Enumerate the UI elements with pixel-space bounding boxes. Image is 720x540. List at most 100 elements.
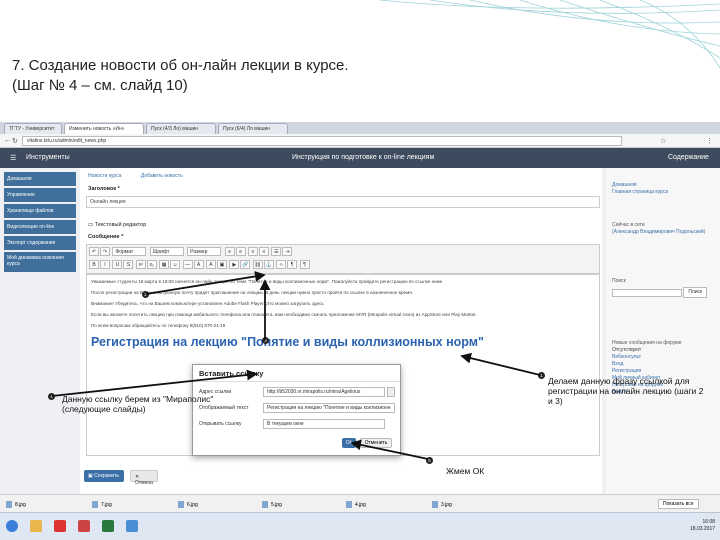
paragraph-rtl-icon[interactable]: ¶ (299, 260, 310, 269)
emoji-icon[interactable]: ☺ (170, 260, 181, 269)
annotation-link-source: Данную ссылку берем из "Мираполис" (след… (62, 394, 262, 414)
forum-line: Отсутствуют (612, 347, 642, 353)
title-input[interactable]: Онлайн лекция (86, 196, 600, 208)
download-item[interactable]: 5.jpg (262, 501, 282, 508)
menu-icon[interactable]: ⋮ (706, 137, 713, 145)
body-line: Если вы желаете посетить лекцию при помо… (91, 312, 477, 317)
step-badge: 1 (538, 372, 545, 379)
open-select[interactable]: В текущем окне (263, 419, 385, 429)
font-select[interactable]: Шрифт (149, 247, 184, 256)
download-item[interactable]: 6.jpg (178, 501, 198, 508)
message-label: Сообщение * (88, 234, 124, 240)
browser-tab[interactable]: Пуск (4/3 Ло) машин (146, 123, 216, 134)
hamburger-icon[interactable]: ☰ (10, 154, 16, 162)
open-label: Открывать ссылку (199, 421, 242, 427)
size-select[interactable]: Размер (187, 247, 222, 256)
align-center-icon[interactable]: ≡ (235, 247, 246, 256)
app-icon[interactable] (54, 520, 66, 532)
cancel-button[interactable]: ✕ Отмена (130, 470, 158, 486)
sidebar-item-progress[interactable]: Мой динамика освоения курса (4, 252, 76, 272)
sidebar-item-files[interactable]: Хранилище файлов (4, 204, 76, 218)
save-button[interactable]: ▣ Сохранить (84, 470, 124, 482)
dialog-cancel-button[interactable]: Отменить (360, 438, 392, 448)
media-icon[interactable]: ▶ (229, 260, 240, 269)
table-icon[interactable]: ▦ (159, 260, 170, 269)
format-select[interactable]: Формат (112, 247, 147, 256)
back-icon[interactable]: ← (4, 137, 11, 144)
block-home-title[interactable]: Домашняя (612, 182, 716, 189)
url-input[interactable]: http://b52030.vr.mirapolis.ru/mira/Ageli… (263, 387, 385, 397)
superscript-icon[interactable]: x² (135, 260, 146, 269)
align-left-icon[interactable]: ≡ (224, 247, 235, 256)
download-item[interactable]: 7.jpg (92, 501, 112, 508)
block-home-link[interactable]: Главная страница курса (612, 189, 716, 196)
app-header: ☰ Инструменты Инструкция по подготовке к… (0, 148, 720, 168)
dialog-title: Вставить ссылку (193, 365, 400, 382)
italic-icon[interactable]: I (100, 260, 110, 269)
image-icon[interactable]: ▣ (216, 260, 227, 269)
cancel-label: Отмена (135, 480, 153, 486)
registration-link-text[interactable]: Регистрация на лекцию "Понятие и виды ко… (91, 336, 595, 349)
download-item[interactable]: 3.jpg (432, 501, 452, 508)
browser-tab[interactable]: Пуск (6/4) Ло машин (218, 123, 288, 134)
editor-toolbar: ↶ ↷ Формат Шрифт Размер ≡ ≡ ≡ ≡ ☰ ⇥ BI US x²… (86, 244, 600, 274)
start-icon[interactable] (6, 520, 18, 532)
chrome-icon[interactable] (126, 520, 138, 532)
star-icon[interactable]: ☆ (660, 137, 666, 145)
toolbar-row-1: ↶ ↷ Формат Шрифт Размер ≡ ≡ ≡ ≡ ☰ ⇥ (89, 247, 293, 259)
search-button[interactable]: Поиск (683, 287, 708, 298)
online-user[interactable]: (Александр Владимирович Подольский) (612, 229, 716, 236)
editor-toggle[interactable]: ▭ Текстовый редактор (88, 222, 146, 228)
browser-tab-active[interactable]: Изменить новость «Ин» (64, 123, 144, 134)
browser-tab[interactable]: ТГТУ - Университет (4, 123, 62, 134)
paragraph-icon[interactable]: ¶ (287, 260, 298, 269)
underline-icon[interactable]: U (112, 260, 123, 269)
search-input[interactable] (612, 288, 682, 297)
unlink-icon[interactable]: ⛓ (252, 260, 263, 269)
align-right-icon[interactable]: ≡ (247, 247, 258, 256)
forum-line[interactable]: Вход (612, 361, 716, 368)
explorer-icon[interactable] (30, 520, 42, 532)
text-color-icon[interactable]: A (193, 260, 204, 269)
editor-icon: ▭ (88, 222, 95, 228)
sidebar-item-home[interactable]: Домашняя (4, 172, 76, 186)
tools-label[interactable]: Инструменты (26, 154, 70, 161)
address-input[interactable]: vitalins.tstu.ru/admin/edit_news.php (22, 136, 622, 146)
crumb-news[interactable]: Новости курса (88, 173, 122, 179)
anchor-icon[interactable]: ⚓ (263, 260, 274, 269)
redo-icon[interactable]: ↷ (100, 247, 110, 256)
crumb-add-news[interactable]: Добавить новость (141, 173, 183, 179)
forum-line[interactable]: Регистрация (612, 368, 716, 375)
bold-icon[interactable]: B (89, 260, 99, 269)
link-icon[interactable]: 🔗 (240, 260, 251, 269)
bg-color-icon[interactable]: A (205, 260, 216, 269)
code-icon[interactable]: ‹› (276, 260, 287, 269)
text-input[interactable]: Регистрация на лекцию "Понятие и виды ко… (263, 403, 395, 413)
undo-icon[interactable]: ↶ (89, 247, 99, 256)
sidebar-item-manage[interactable]: Управление (4, 188, 76, 202)
sidebar: Домашняя Управление Хранилище файлов Вид… (4, 172, 76, 274)
taskbar: 16:08 18.03.2017 (0, 512, 720, 540)
contents-label[interactable]: Содержание (668, 154, 709, 161)
subscript-icon[interactable]: x₂ (146, 260, 157, 269)
block-home: Домашняя Главная страница курса (612, 182, 716, 196)
strike-icon[interactable]: S (123, 260, 134, 269)
forum-line[interactable]: Вебконсульт (612, 354, 716, 361)
course-title: Инструкция по подготовке к on-line лекци… (292, 154, 435, 161)
slide-title-line2: (Шаг № 4 – см. слайд 10) (12, 77, 188, 94)
sidebar-item-video[interactable]: Видеолекции on-line (4, 220, 76, 234)
browse-icon[interactable] (387, 387, 395, 397)
indent-icon[interactable]: ⇥ (282, 247, 293, 256)
list-icon[interactable]: ☰ (271, 247, 282, 256)
download-item[interactable]: 4.jpg (346, 501, 366, 508)
app-icon[interactable] (78, 520, 90, 532)
clock-time: 16:08 (702, 519, 716, 525)
download-item[interactable]: 8.jpg (6, 501, 26, 508)
sidebar-item-export[interactable]: Экспорт содержания (4, 236, 76, 250)
justify-icon[interactable]: ≡ (258, 247, 269, 256)
reload-icon[interactable]: ↻ (12, 137, 18, 145)
ok-button[interactable]: Ok (342, 438, 356, 448)
show-all-downloads-button[interactable]: Показать все (658, 499, 699, 509)
hr-icon[interactable]: — (182, 260, 193, 269)
app-icon[interactable] (102, 520, 114, 532)
